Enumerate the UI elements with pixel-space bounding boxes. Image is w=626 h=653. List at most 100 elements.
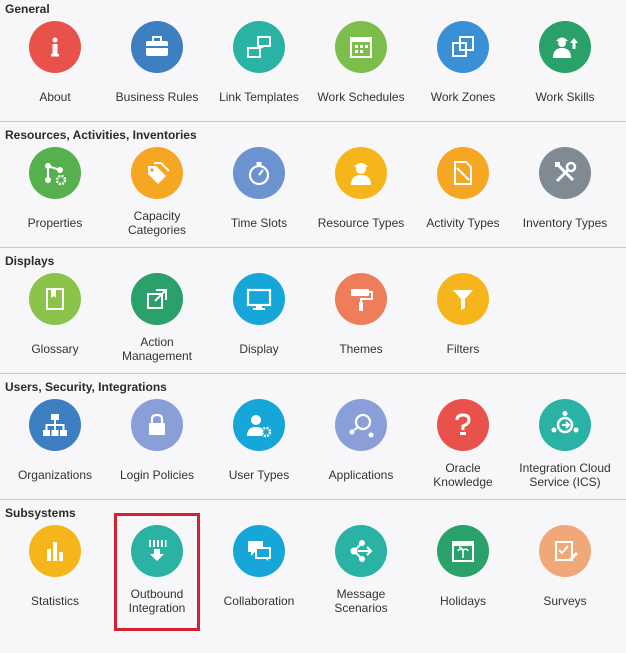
calendar-icon bbox=[335, 21, 387, 73]
tile-collaboration[interactable]: Collaboration bbox=[208, 525, 310, 608]
tile-label: Action Management bbox=[121, 335, 193, 363]
tile-label: Work Schedules bbox=[317, 90, 405, 104]
tile-label: Filters bbox=[446, 342, 480, 356]
tile-time-slots[interactable]: Time Slots bbox=[208, 147, 310, 230]
tile-outbound-integration[interactable]: Outbound Integration bbox=[106, 525, 208, 615]
tile-label: Work Zones bbox=[430, 90, 496, 104]
section-2: Displays Glossary Action Management Display… bbox=[0, 252, 626, 378]
tile-label: Properties bbox=[27, 216, 83, 230]
tile-applications[interactable]: Applications bbox=[310, 399, 412, 482]
tile-label: Message Scenarios bbox=[334, 587, 388, 615]
tile-activity-types[interactable]: Activity Types bbox=[412, 147, 514, 230]
tile-label: Activity Types bbox=[426, 216, 500, 230]
tile-work-zones[interactable]: Work Zones bbox=[412, 21, 514, 104]
tile-capacity-categories[interactable]: Capacity Categories bbox=[106, 147, 208, 237]
tile-label: Organizations bbox=[17, 468, 93, 482]
tile-label: Time Slots bbox=[230, 216, 288, 230]
share-gear-icon bbox=[29, 147, 81, 199]
tile-display[interactable]: Display bbox=[208, 273, 310, 356]
info-icon bbox=[29, 21, 81, 73]
tile-login-policies[interactable]: Login Policies bbox=[106, 399, 208, 482]
holiday-calendar-icon bbox=[437, 525, 489, 577]
section-divider bbox=[0, 499, 626, 500]
tile-label: Collaboration bbox=[223, 594, 295, 608]
tile-label: About bbox=[39, 90, 71, 104]
question-icon bbox=[437, 399, 489, 451]
tile-label: Login Policies bbox=[119, 468, 195, 482]
tile-work-skills[interactable]: Work Skills bbox=[514, 21, 616, 104]
tile-surveys[interactable]: Surveys bbox=[514, 525, 616, 608]
connections-icon bbox=[335, 399, 387, 451]
tile-properties[interactable]: Properties bbox=[4, 147, 106, 230]
external-link-icon bbox=[131, 273, 183, 325]
user-gear-icon bbox=[233, 399, 285, 451]
squares-icon bbox=[437, 21, 489, 73]
section-1: Resources, Activities, Inventories Proper… bbox=[0, 126, 626, 252]
tile-label: Surveys bbox=[543, 594, 587, 608]
tile-holidays[interactable]: Holidays bbox=[412, 525, 514, 608]
section-divider bbox=[0, 373, 626, 374]
link-templates-icon bbox=[233, 21, 285, 73]
tile-label: Display bbox=[239, 342, 279, 356]
monitor-icon bbox=[233, 273, 285, 325]
tile-oracle-knowledge[interactable]: Oracle Knowledge bbox=[412, 399, 514, 489]
tile-label: Themes bbox=[339, 342, 383, 356]
section-title: General bbox=[5, 2, 50, 16]
tile-label: Work Skills bbox=[535, 90, 595, 104]
section-title: Subsystems bbox=[5, 506, 76, 520]
tile-label: Oracle Knowledge bbox=[433, 461, 493, 489]
integration-hub-icon bbox=[539, 399, 591, 451]
tile-themes[interactable]: Themes bbox=[310, 273, 412, 356]
tile-label: Applications bbox=[328, 468, 394, 482]
tags-icon bbox=[131, 147, 183, 199]
tile-action-management[interactable]: Action Management bbox=[106, 273, 208, 363]
tile-link-templates[interactable]: Link Templates bbox=[208, 21, 310, 104]
tile-resource-types[interactable]: Resource Types bbox=[310, 147, 412, 230]
tile-label: Outbound Integration bbox=[128, 587, 186, 615]
briefcase-icon bbox=[131, 21, 183, 73]
section-divider bbox=[0, 121, 626, 122]
section-4: Subsystems Statistics Outbound Integration… bbox=[0, 504, 626, 630]
tile-glossary[interactable]: Glossary bbox=[4, 273, 106, 356]
worker-icon bbox=[335, 147, 387, 199]
filter-icon bbox=[437, 273, 489, 325]
tile-work-schedules[interactable]: Work Schedules bbox=[310, 21, 412, 104]
tile-message-scenarios[interactable]: Message Scenarios bbox=[310, 525, 412, 615]
tile-integration-cloud-service-ics[interactable]: Integration Cloud Service (ICS) bbox=[514, 399, 616, 489]
tile-label: Glossary bbox=[31, 342, 79, 356]
org-chart-icon bbox=[29, 399, 81, 451]
tools-icon bbox=[539, 147, 591, 199]
section-divider bbox=[0, 247, 626, 248]
tile-label: Business Rules bbox=[115, 90, 199, 104]
section-title: Users, Security, Integrations bbox=[5, 380, 167, 394]
tile-inventory-types[interactable]: Inventory Types bbox=[514, 147, 616, 230]
stopwatch-icon bbox=[233, 147, 285, 199]
section-0: General About Business Rules Link Templates… bbox=[0, 0, 626, 126]
tile-about[interactable]: About bbox=[4, 21, 106, 104]
share-network-icon bbox=[335, 525, 387, 577]
tile-organizations[interactable]: Organizations bbox=[4, 399, 106, 482]
tile-label: Statistics bbox=[30, 594, 79, 608]
bar-chart-icon bbox=[29, 525, 81, 577]
tile-label: User Types bbox=[228, 468, 290, 482]
paint-roller-icon bbox=[335, 273, 387, 325]
book-icon bbox=[29, 273, 81, 325]
tile-label: Link Templates bbox=[219, 90, 299, 104]
lock-icon bbox=[131, 399, 183, 451]
tile-label: Resource Types bbox=[317, 216, 405, 230]
tile-business-rules[interactable]: Business Rules bbox=[106, 21, 208, 104]
tile-label: Integration Cloud Service (ICS) bbox=[519, 461, 611, 489]
tile-filters[interactable]: Filters bbox=[412, 273, 514, 356]
worker-upload-icon bbox=[539, 21, 591, 73]
tile-statistics[interactable]: Statistics bbox=[4, 525, 106, 608]
document-cancel-icon bbox=[437, 147, 489, 199]
chat-icon bbox=[233, 525, 285, 577]
section-title: Resources, Activities, Inventories bbox=[5, 128, 197, 142]
section-title: Displays bbox=[5, 254, 55, 268]
survey-edit-icon bbox=[539, 525, 591, 577]
tile-label: Capacity Categories bbox=[127, 209, 187, 237]
tile-label: Inventory Types bbox=[522, 216, 608, 230]
tile-user-types[interactable]: User Types bbox=[208, 399, 310, 482]
outbound-download-icon bbox=[131, 525, 183, 577]
tile-label: Holidays bbox=[439, 594, 487, 608]
